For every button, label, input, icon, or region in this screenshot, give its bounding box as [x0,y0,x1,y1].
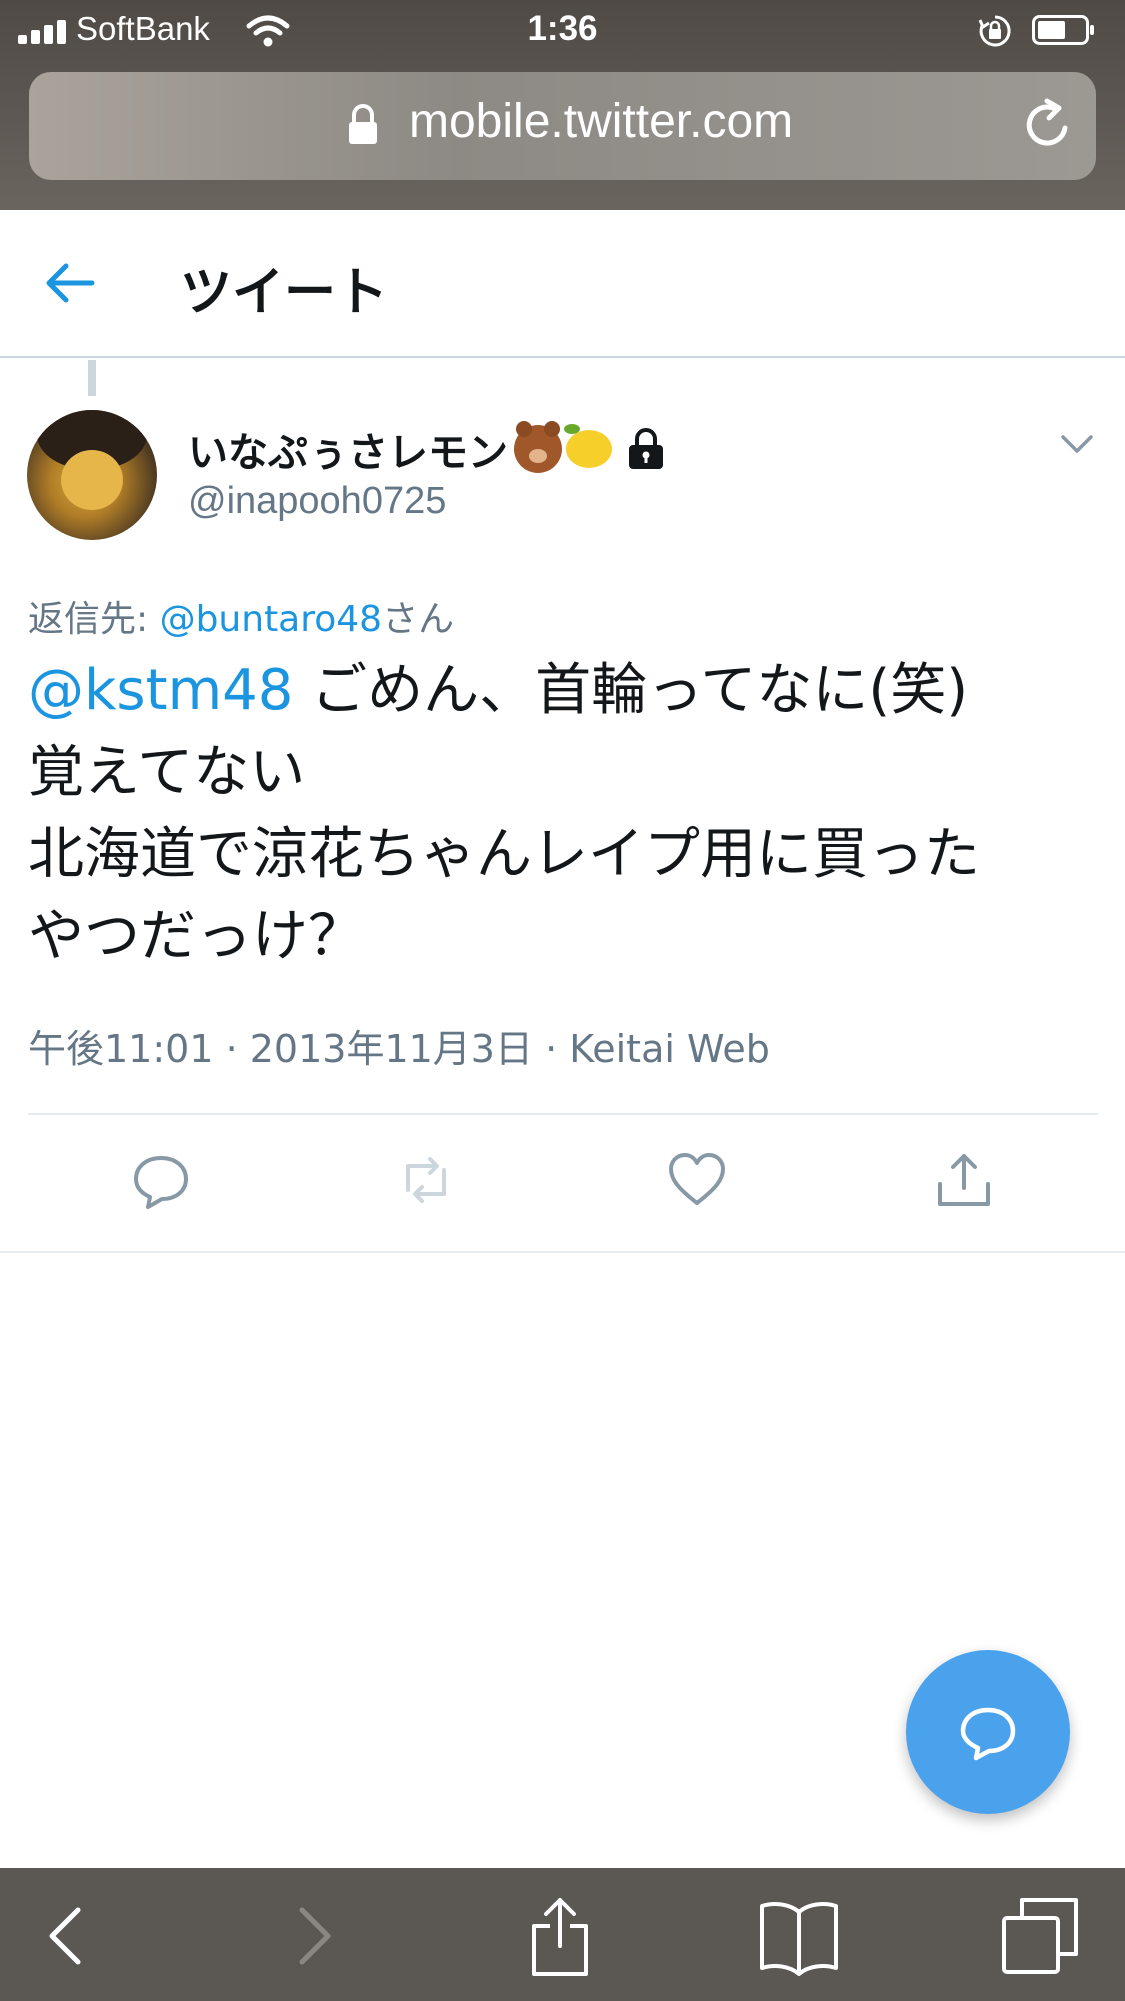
reply-context: 返信先: @buntaro48さん [28,590,454,642]
page-title: ツイート [180,263,389,323]
tweet-text: @kstm48 ごめん、首輪ってなに(笑) 覚えてない 北海道で涼花ちゃんレイプ… [28,650,1108,978]
tweet-actions [0,1150,1125,1222]
tweet-text-line-3: 北海道で涼花ちゃんレイプ用に買った [28,822,980,887]
share-icon[interactable] [528,1896,592,1976]
url-text[interactable]: mobile.twitter.com [409,94,793,149]
divider [28,1113,1098,1115]
retweet-icon[interactable] [396,1150,456,1210]
lemon-icon [564,424,612,468]
display-name-text: いなぷぅさレモン [188,430,508,476]
reply-prefix: 返信先: [28,599,160,640]
tweet-mention-link[interactable]: @kstm48 [28,658,293,723]
tweet-timestamp: 午後11:01 · 2013年11月3日 · Keitai Web [28,1027,770,1071]
avatar[interactable] [27,410,157,540]
forward-icon[interactable] [290,1896,340,1976]
reload-icon[interactable] [1021,98,1075,152]
lock-icon [349,104,377,144]
battery-icon [1032,15,1094,45]
reply-suffix: さん [382,599,455,640]
tweet-text-line-2: 覚えてない [28,740,306,805]
bookmarks-icon[interactable] [758,1896,840,1976]
compose-reply-icon [960,1707,1016,1761]
compose-reply-button[interactable] [906,1650,1070,1814]
address-bar[interactable]: mobile.twitter.com [29,72,1096,180]
reply-icon[interactable] [131,1150,191,1210]
chevron-down-icon[interactable] [1060,432,1094,456]
browser-top-chrome: SoftBank 1:36 mobile.twitter.com [0,0,1125,210]
page-header: ツイート [0,210,1125,358]
tweet-text-line-4: やつだっけ？ [28,904,364,969]
back-icon[interactable] [40,1896,90,1976]
display-name[interactable]: いなぷぅさレモン [188,420,666,478]
lock-icon [629,428,663,469]
thread-connector [88,360,96,396]
tabs-icon[interactable] [1000,1896,1080,1976]
tweet-text-line-1: ごめん、首輪ってなに(笑) [293,658,969,723]
browser-toolbar [0,1868,1125,2001]
divider [0,1251,1125,1253]
bear-face-icon [514,421,562,473]
arrow-left-icon[interactable] [44,261,96,305]
status-bar: SoftBank 1:36 [0,0,1125,62]
share-icon[interactable] [934,1150,994,1210]
rotation-lock-icon [978,15,1011,47]
clock: 1:36 [527,9,598,48]
reply-mention-link[interactable]: @buntaro48 [160,599,383,640]
username[interactable]: @inapooh0725 [188,480,446,523]
like-icon[interactable] [667,1150,727,1210]
